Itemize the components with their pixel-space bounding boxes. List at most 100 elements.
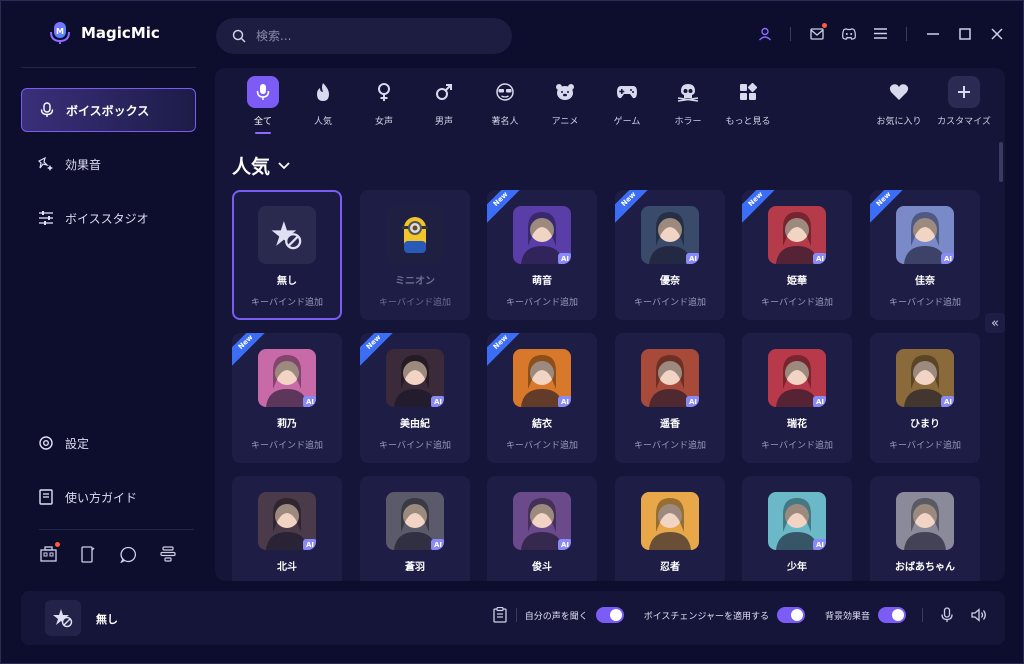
tab-anime[interactable]: アニメ xyxy=(533,76,597,132)
chevron-down-icon xyxy=(278,161,290,169)
ai-badge: AI xyxy=(303,396,316,407)
keybind-label[interactable]: キーバインド追加 xyxy=(761,295,833,308)
keybind-label[interactable]: キーバインド追加 xyxy=(506,438,578,451)
scrollbar[interactable] xyxy=(999,142,1003,182)
keybind-label[interactable]: キーバインド追加 xyxy=(379,438,451,451)
voice-card[interactable]: AI ひまり キーバインド追加 xyxy=(870,333,980,463)
divider xyxy=(790,26,791,41)
keybind-label[interactable]: キーバインド追加 xyxy=(379,295,451,308)
minion-icon xyxy=(402,217,428,253)
voice-avatar: AI xyxy=(768,206,826,264)
tab-customize[interactable]: カスタマイズ xyxy=(932,76,996,132)
toolbox-icon[interactable] xyxy=(39,542,60,563)
apply-toggle[interactable] xyxy=(776,607,805,623)
ai-badge: AI xyxy=(813,253,826,264)
voice-card[interactable]: AI New 結衣 キーバインド追加 xyxy=(487,333,597,463)
voice-card[interactable]: AI蒼羽キーバインド追加 xyxy=(360,476,470,581)
mic-icon xyxy=(247,76,279,108)
voice-avatar: AI xyxy=(258,492,316,550)
voice-card[interactable]: ミニオン キーバインド追加 xyxy=(360,190,470,320)
search-bar[interactable] xyxy=(216,18,512,54)
voice-avatar: AI xyxy=(386,492,444,550)
sidebar-item-label: ボイスボックス xyxy=(66,103,150,118)
voice-card[interactable]: おばあちゃんキーバインド追加 xyxy=(870,476,980,581)
chat-icon[interactable] xyxy=(119,545,137,563)
voice-name: 結衣 xyxy=(532,419,552,430)
voice-card[interactable]: AI New 美由紀 キーバインド追加 xyxy=(360,333,470,463)
tab-female[interactable]: 女声 xyxy=(352,76,416,132)
tab-label: ゲーム xyxy=(613,117,641,127)
mobile-icon[interactable] xyxy=(79,545,97,563)
search-input[interactable] xyxy=(256,29,486,43)
ai-badge: AI xyxy=(558,253,571,264)
voice-avatar xyxy=(258,206,316,264)
tab-all[interactable]: 全て xyxy=(231,76,295,134)
voice-name: 無し xyxy=(277,276,297,287)
keybind-label[interactable]: キーバインド追加 xyxy=(506,295,578,308)
current-voice-name: 無し xyxy=(96,613,118,626)
window-controls xyxy=(756,23,1005,42)
voice-name: 北斗 xyxy=(277,562,297,573)
voice-card[interactable]: AI New 優奈 キーバインド追加 xyxy=(615,190,725,320)
tab-celebrity[interactable]: 著名人 xyxy=(473,76,537,132)
voice-card[interactable]: AI New 姫華 キーバインド追加 xyxy=(742,190,852,320)
voice-card[interactable]: 忍者キーバインド追加 xyxy=(615,476,725,581)
keybind-label[interactable]: キーバインド追加 xyxy=(251,295,323,308)
sidebar-item-guide[interactable]: 使い方ガイド xyxy=(21,475,196,519)
keybind-label[interactable]: キーバインド追加 xyxy=(634,438,706,451)
sidebar-tools xyxy=(39,542,177,563)
voice-avatar: AI xyxy=(896,349,954,407)
tab-label: 全て xyxy=(253,117,272,127)
close-icon[interactable] xyxy=(988,25,1005,42)
filter-icon[interactable] xyxy=(159,545,177,563)
tab-male[interactable]: 男声 xyxy=(412,76,476,132)
keybind-label[interactable]: キーバインド追加 xyxy=(634,295,706,308)
mail-icon[interactable] xyxy=(808,23,827,42)
voice-avatar: AI xyxy=(768,349,826,407)
section-header[interactable]: 人気 xyxy=(232,152,290,179)
voice-name: 萌音 xyxy=(532,276,552,287)
sidebar-item-voice-studio[interactable]: ボイススタジオ xyxy=(21,196,196,240)
voice-card[interactable]: 無しキーバインド追加 xyxy=(232,190,342,320)
menu-icon[interactable] xyxy=(872,25,889,42)
ai-badge: AI xyxy=(431,396,444,407)
listen-toggle[interactable] xyxy=(595,607,624,623)
keybind-label[interactable]: キーバインド追加 xyxy=(761,438,833,451)
minimize-icon[interactable] xyxy=(924,25,941,42)
voice-card[interactable]: AI New 佳奈 キーバインド追加 xyxy=(870,190,980,320)
maximize-icon[interactable] xyxy=(956,25,973,42)
flame-icon xyxy=(307,76,339,108)
tab-more[interactable]: もっと見る xyxy=(716,76,780,132)
keybind-label[interactable]: キーバインド追加 xyxy=(889,438,961,451)
user-icon[interactable] xyxy=(756,25,773,42)
keybind-label[interactable]: キーバインド追加 xyxy=(251,438,323,451)
sidebar-item-settings[interactable]: 設定 xyxy=(21,421,196,465)
gear-icon xyxy=(37,434,55,452)
voice-card[interactable]: AI北斗キーバインド追加 xyxy=(232,476,342,581)
discord-icon[interactable] xyxy=(840,25,857,42)
tab-game[interactable]: ゲーム xyxy=(595,76,659,132)
sidebar-item-label: 効果音 xyxy=(65,157,102,172)
sidebar-item-voicebox[interactable]: ボイスボックス xyxy=(21,88,196,132)
collapse-panel-icon[interactable]: « xyxy=(985,313,1005,333)
clipboard-icon[interactable] xyxy=(492,607,508,623)
voice-card[interactable]: AI少年キーバインド追加 xyxy=(742,476,852,581)
gamepad-icon xyxy=(611,76,643,108)
tab-label: もっと見る xyxy=(725,117,771,127)
sidebar-item-sound-effects[interactable]: 効果音 xyxy=(21,142,196,186)
keybind-label[interactable]: キーバインド追加 xyxy=(889,295,961,308)
listen-label: 自分の声を聞く xyxy=(524,611,588,622)
voice-name: 姫華 xyxy=(787,276,807,287)
voice-card[interactable]: AI 遥香 キーバインド追加 xyxy=(615,333,725,463)
voice-card[interactable]: AI New 萌音 キーバインド追加 xyxy=(487,190,597,320)
speaker-icon[interactable] xyxy=(971,607,987,623)
tab-favorites[interactable]: お気に入り xyxy=(867,76,931,132)
microphone-icon[interactable] xyxy=(939,607,955,623)
voice-card[interactable]: AI New 莉乃 キーバインド追加 xyxy=(232,333,342,463)
tab-horror[interactable]: ホラー xyxy=(656,76,720,132)
bgm-toggle[interactable] xyxy=(878,607,906,623)
sidebar-item-label: ボイススタジオ xyxy=(65,211,149,226)
tab-popular[interactable]: 人気 xyxy=(291,76,355,132)
voice-card[interactable]: AI 瑞花 キーバインド追加 xyxy=(742,333,852,463)
voice-card[interactable]: AI俊斗キーバインド追加 xyxy=(487,476,597,581)
